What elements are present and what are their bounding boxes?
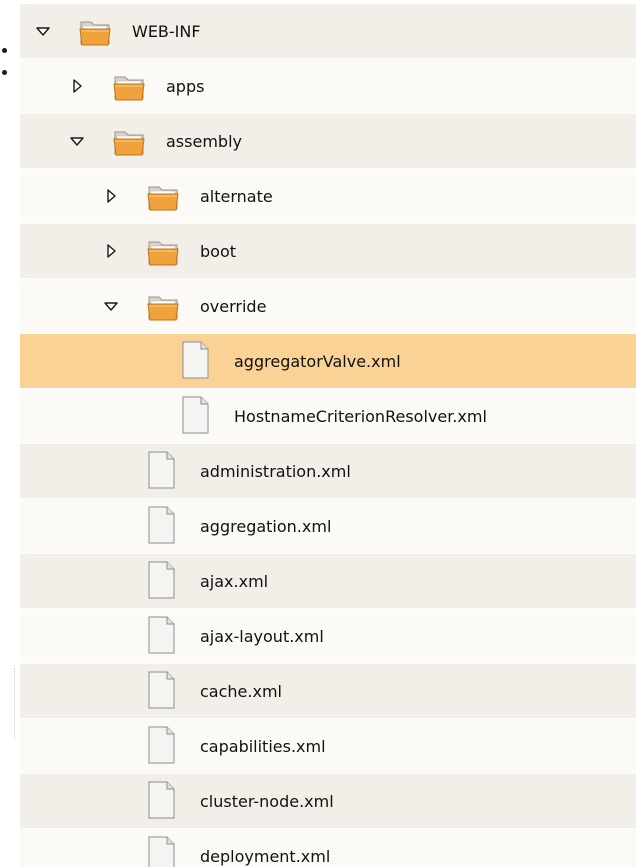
- tree-item-label: override: [200, 296, 267, 316]
- tree-item-label: assembly: [166, 131, 242, 151]
- folder-icon: [146, 235, 180, 273]
- file-icon: [146, 781, 176, 823]
- tree-item-label: apps: [166, 76, 205, 96]
- file-icon: [146, 451, 176, 493]
- tree-guide-line: [14, 668, 15, 740]
- tree-item-label: aggregation.xml: [200, 516, 332, 536]
- tree-folder-row[interactable]: boot: [20, 224, 636, 279]
- tree-file-row[interactable]: ajax.xml: [20, 554, 636, 609]
- tree-file-row[interactable]: cache.xml: [20, 664, 636, 719]
- tree-file-row[interactable]: deployment.xml: [20, 829, 636, 867]
- collapse-arrow-icon[interactable]: [102, 279, 120, 333]
- tree-item-label: administration.xml: [200, 461, 351, 481]
- folder-icon: [78, 15, 112, 53]
- file-icon: [146, 836, 176, 867]
- file-tree: WEB-INF apps assembly alternate boot override…: [20, 4, 636, 867]
- tree-item-label: cache.xml: [200, 681, 282, 701]
- folder-icon: [146, 180, 180, 218]
- tree-item-label: alternate: [200, 186, 273, 206]
- tree-folder-row[interactable]: apps: [20, 59, 636, 114]
- folder-icon: [112, 70, 146, 108]
- tree-item-label: ajax.xml: [200, 571, 269, 591]
- tree-folder-row[interactable]: override: [20, 279, 636, 334]
- tree-item-label: aggregatorValve.xml: [234, 351, 401, 371]
- expand-arrow-icon[interactable]: [102, 224, 120, 278]
- file-icon: [146, 506, 176, 548]
- tree-item-label: ajax-layout.xml: [200, 626, 324, 646]
- file-icon: [180, 396, 210, 438]
- tree-item-label: deployment.xml: [200, 846, 331, 866]
- collapse-arrow-icon[interactable]: [68, 114, 86, 168]
- tree-file-row[interactable]: aggregatorValve.xml: [20, 334, 636, 389]
- tree-file-row[interactable]: HostnameCriterionResolver.xml: [20, 389, 636, 444]
- file-icon: [146, 726, 176, 768]
- folder-icon: [112, 125, 146, 163]
- folder-icon: [146, 290, 180, 328]
- expand-arrow-icon[interactable]: [68, 59, 86, 113]
- tree-file-row[interactable]: administration.xml: [20, 444, 636, 499]
- file-icon: [180, 341, 210, 383]
- tree-item-label: boot: [200, 241, 237, 261]
- tree-file-row[interactable]: capabilities.xml: [20, 719, 636, 774]
- tree-file-row[interactable]: aggregation.xml: [20, 499, 636, 554]
- tree-item-label: HostnameCriterionResolver.xml: [234, 406, 487, 426]
- file-icon: [146, 561, 176, 603]
- file-icon: [146, 616, 176, 658]
- bullet-dot-1: [2, 48, 7, 53]
- tree-folder-row[interactable]: alternate: [20, 169, 636, 224]
- tree-file-row[interactable]: cluster-node.xml: [20, 774, 636, 829]
- collapse-arrow-icon[interactable]: [34, 4, 52, 58]
- tree-item-label: WEB-INF: [132, 21, 201, 41]
- file-icon: [146, 671, 176, 713]
- tree-item-label: capabilities.xml: [200, 736, 326, 756]
- tree-folder-row[interactable]: WEB-INF: [20, 4, 636, 59]
- tree-item-label: cluster-node.xml: [200, 791, 334, 811]
- tree-folder-row[interactable]: assembly: [20, 114, 636, 169]
- tree-file-row[interactable]: ajax-layout.xml: [20, 609, 636, 664]
- bullet-dot-2: [2, 70, 7, 75]
- expand-arrow-icon[interactable]: [102, 169, 120, 223]
